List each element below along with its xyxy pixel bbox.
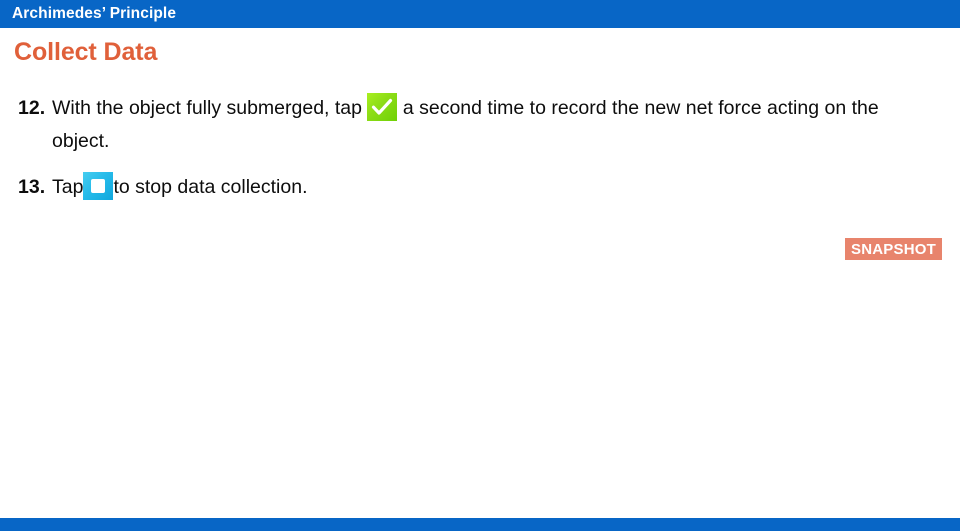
list-item-number: 12. [18, 97, 46, 119]
section-heading: Collect Data [14, 38, 158, 66]
slide-title: Archimedes’ Principle [12, 5, 177, 22]
list-item: 13. Tap to stop data collection. [0, 171, 930, 204]
slide-title-bar: Archimedes’ Principle [0, 0, 960, 28]
list-item: 12. With the object fully submerged, tap… [0, 92, 930, 158]
step-13-text-after: to stop data collection. [113, 176, 308, 198]
step-13-text-before: Tap [52, 176, 84, 198]
instruction-list: 12. With the object fully submerged, tap… [0, 92, 930, 204]
slide-footer-bar [0, 518, 960, 531]
stop-square-glyph [91, 179, 106, 193]
list-item-number: 13. [18, 176, 46, 198]
list-item-text: Tap to stop data collection. [52, 171, 930, 204]
snapshot-badge: SNAPSHOT [845, 238, 942, 260]
list-item-text: With the object fully submerged, tap a s… [52, 92, 930, 158]
step-12-text-before: With the object fully submerged, tap [52, 97, 368, 119]
blue-stop-icon[interactable] [83, 172, 114, 200]
green-check-icon[interactable] [367, 93, 398, 121]
